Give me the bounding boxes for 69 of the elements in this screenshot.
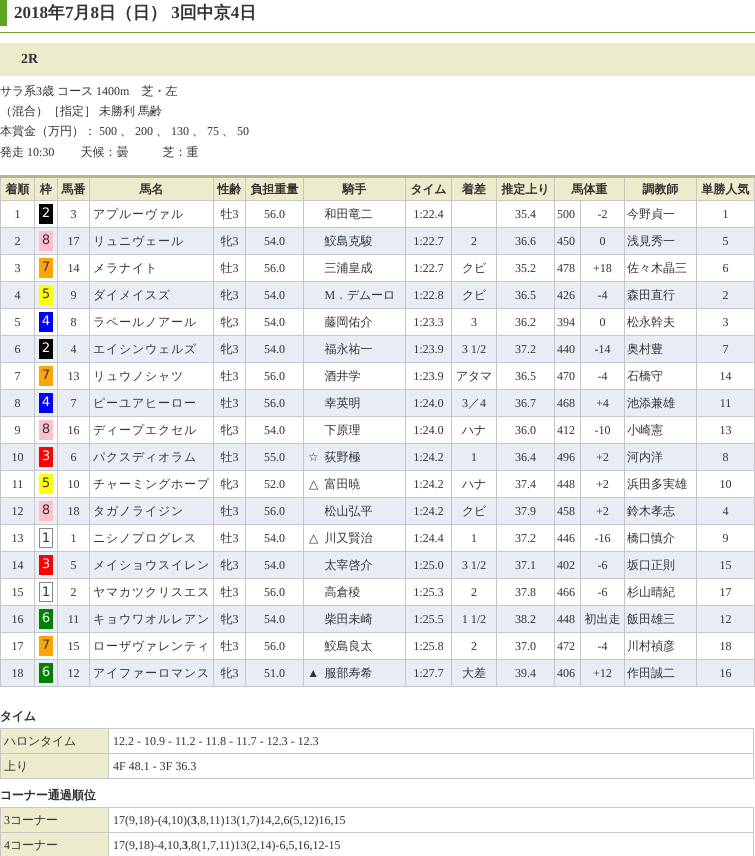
start-time: 発走 10:30 bbox=[0, 144, 54, 161]
frame-number: 6 bbox=[39, 663, 53, 684]
margin-text: クビ bbox=[462, 288, 486, 302]
row-label: 4コーナー bbox=[0, 832, 108, 856]
frame-number: 8 bbox=[39, 420, 53, 440]
frame-number: 1 bbox=[39, 528, 53, 548]
margin-text: 1 bbox=[471, 531, 477, 545]
frame-number: 2 bbox=[39, 339, 53, 360]
apprentice-mark: ▲ bbox=[307, 666, 320, 680]
race-info: サラ系3歳 コース 1400m 芝・左 bbox=[0, 83, 178, 100]
margin-text: 3 1/2 bbox=[462, 558, 486, 572]
accent-bar bbox=[0, 0, 7, 26]
row-value: 4F 48.1 - 3F 36.3 bbox=[108, 754, 754, 778]
horse-number-cell: 12 bbox=[58, 660, 90, 686]
margin-text: 3 1/2 bbox=[462, 342, 486, 356]
frame-number: 4 bbox=[39, 393, 53, 414]
row-label: 3コーナー bbox=[0, 808, 108, 832]
frame-number: 8 bbox=[39, 231, 53, 252]
frame-number: 5 bbox=[39, 285, 53, 306]
jockey-cell: 服部寿希 bbox=[322, 660, 406, 686]
body-weight-cell: 406 bbox=[554, 660, 580, 686]
apprentice-mark: ☆ bbox=[308, 450, 319, 464]
frame-number: 2 bbox=[39, 204, 53, 224]
popularity-cell: 16 bbox=[696, 660, 754, 686]
frame-number: 7 bbox=[39, 366, 53, 386]
place-cell: 18 bbox=[0, 660, 34, 686]
page-title: 2018年7月8日（日） 3回中京4日 bbox=[14, 2, 256, 24]
row-label: ハロンタイム bbox=[0, 728, 108, 754]
margin-text: 1 bbox=[471, 450, 477, 464]
row-value: 17(9,18)-(4,10)(3,8,11)13(1,7)14,2,6(5,12)16,15 bbox=[108, 808, 754, 832]
margin-text: 2 bbox=[471, 585, 477, 599]
frame-number: 6 bbox=[39, 609, 53, 630]
margin-text: クビ bbox=[462, 504, 486, 518]
frame-number: 1 bbox=[39, 582, 53, 602]
last-3f-cell: 39.4 bbox=[496, 660, 554, 686]
margin-text: アタマ bbox=[456, 369, 492, 383]
section-title: コーナー通過順位 bbox=[0, 787, 97, 804]
frame-number: 3 bbox=[39, 447, 53, 468]
margin-text: ハナ bbox=[462, 423, 486, 437]
horse-name-cell: アイファーロマンス bbox=[90, 660, 214, 686]
margin-text: 2 bbox=[471, 639, 477, 653]
sex-age-cell: 牝3 bbox=[214, 660, 246, 686]
margin-text: 3／4 bbox=[462, 396, 486, 410]
trainer-cell: 作田誠二 bbox=[624, 660, 696, 686]
margin-text: 1 1/2 bbox=[462, 612, 486, 626]
frame-number: 5 bbox=[39, 474, 53, 494]
margin-text: 3 bbox=[471, 315, 477, 329]
apprentice-mark: △ bbox=[308, 531, 318, 545]
race-info: （混合）［指定］ 未勝利 馬齢 bbox=[0, 103, 163, 120]
frame-number: 4 bbox=[39, 312, 53, 332]
track-condition: 芝：重 bbox=[162, 144, 198, 161]
race-info: 本賞金（万円）： 500 、 200 、 130 、 75 、 50 bbox=[0, 123, 250, 140]
margin-text: ハナ bbox=[462, 477, 486, 491]
row-label: 上り bbox=[0, 754, 108, 778]
race-header: 2R bbox=[0, 43, 755, 76]
section-title: タイム bbox=[0, 708, 37, 725]
weather: 天候：曇 bbox=[80, 144, 128, 161]
margin-text: クビ bbox=[462, 261, 486, 275]
weight-change-cell: +12 bbox=[580, 660, 624, 686]
frame-number: 3 bbox=[39, 555, 53, 576]
margin-text: 2 bbox=[471, 234, 477, 248]
weight-cell: 51.0 bbox=[246, 660, 304, 686]
row-value: 12.2 - 10.9 - 11.2 - 11.8 - 11.7 - 12.3 - 12.3 bbox=[108, 728, 754, 754]
frame-number: 8 bbox=[39, 501, 53, 522]
frame-number: 7 bbox=[39, 258, 53, 278]
apprentice-mark: △ bbox=[308, 477, 318, 491]
time-cell: 1:27.7 bbox=[406, 660, 452, 686]
frame-number: 7 bbox=[39, 636, 53, 656]
margin-text: 大差 bbox=[462, 666, 486, 680]
